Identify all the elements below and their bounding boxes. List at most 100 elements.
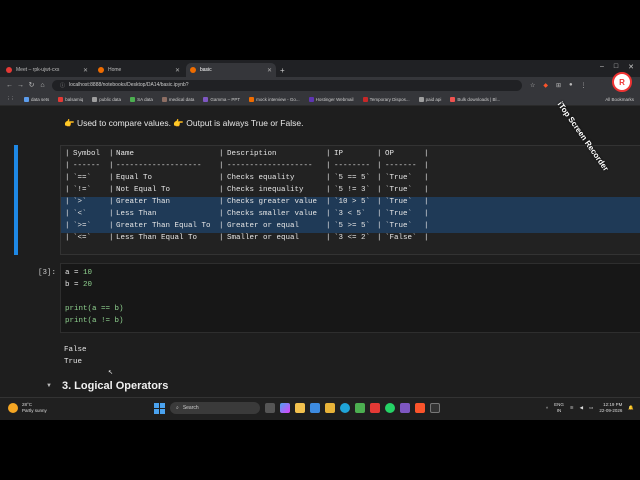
chevron-up-icon[interactable]: ^	[546, 406, 548, 411]
code-line: b = 20	[65, 281, 92, 289]
home-icon[interactable]: ⌂	[37, 82, 48, 89]
bookmark-item[interactable]: SA data	[130, 96, 153, 102]
bookmark-item[interactable]: public data	[92, 96, 122, 102]
forward-icon[interactable]: →	[15, 82, 26, 89]
table-row-highlighted: | `<` | Less Than | Checks smaller value | `…	[61, 209, 640, 221]
bookmark-item[interactable]: data sets	[24, 96, 50, 102]
bookmark-label: public data	[99, 96, 122, 102]
bookmark-item[interactable]: balsamiq	[58, 96, 83, 102]
table-cell: `True`	[385, 186, 413, 194]
clock[interactable]: 12:19 PM 22-09-2026	[599, 402, 622, 414]
table-header: OP	[385, 150, 395, 158]
app-icon[interactable]	[370, 403, 380, 413]
table-row: | `<=` | Less Than Equal To | Smaller or eq…	[65, 234, 429, 242]
terminal-icon[interactable]	[430, 403, 440, 413]
menu-icon[interactable]: ⋮	[581, 82, 587, 89]
table-cell: `True`	[385, 198, 413, 206]
close-icon[interactable]: ✕	[175, 67, 180, 74]
table-cell: `!=`	[73, 186, 92, 194]
close-icon[interactable]: ✕	[83, 67, 88, 74]
markdown-table-cell[interactable]: | Symbol | Name | Description | IP | OP | | --…	[60, 145, 640, 255]
table-cell: `>`	[73, 198, 87, 206]
bookmark-label: data sets	[31, 96, 50, 102]
bookmark-item[interactable]: paid api	[418, 96, 441, 102]
copilot-icon[interactable]	[280, 403, 290, 413]
weather-widget[interactable]: 28°C Partly sunny	[8, 402, 47, 414]
section-title: 3. Logical Operators	[61, 380, 169, 392]
bookmarks-bar: ⋮⋮ data sets balsamiq public data SA dat…	[0, 93, 640, 106]
table-separator-row: | ------ | ------------------- | ----------…	[65, 162, 429, 170]
table-header-row: | Symbol | Name | Description | IP | OP |	[65, 150, 429, 158]
table-cell: `True`	[385, 210, 413, 218]
close-icon[interactable]: ✕	[267, 67, 272, 74]
table-cell: Greater Than Equal To	[116, 222, 211, 230]
close-window-icon[interactable]: ✕	[628, 63, 634, 71]
table-cell: `<`	[73, 210, 87, 218]
taskbar-search[interactable]: ⌕ Search	[170, 402, 260, 414]
extensions-icon[interactable]: ⊞	[556, 82, 561, 89]
windows-start-icon[interactable]	[154, 402, 165, 414]
brave-shield-icon[interactable]: ◆	[543, 82, 548, 89]
back-icon[interactable]: ←	[4, 82, 15, 89]
github-icon	[92, 96, 98, 102]
site-info-icon[interactable]: ⓘ	[60, 82, 65, 89]
wifi-icon[interactable]: ≋	[570, 405, 574, 411]
search-icon: ⌕	[176, 405, 179, 411]
new-tab-button[interactable]: +	[280, 66, 285, 75]
notes-icon[interactable]	[325, 403, 335, 413]
tab-bar: Meet – rpk-ujwt-cxs ✕ Home ✕ basic ✕ + –…	[0, 60, 640, 77]
system-tray: ^ ENG IN ≋ ◀ ▭ 12:19 PM 22-09-2026 🔔	[546, 402, 634, 414]
profile-icon[interactable]: ●	[569, 82, 573, 89]
store-icon[interactable]	[310, 403, 320, 413]
brave-icon[interactable]	[415, 403, 425, 413]
table-separator: -------	[385, 162, 417, 170]
balsamiq-icon	[58, 96, 64, 102]
tab-home[interactable]: Home ✕	[94, 63, 184, 77]
table-cell: `True`	[385, 174, 413, 182]
language-indicator[interactable]: ENG IN	[554, 402, 564, 414]
section-heading[interactable]: ▼ 3. Logical Operators	[46, 380, 168, 392]
star-icon[interactable]: ☆	[530, 82, 535, 89]
url-input[interactable]: ⓘ localhost:8888/notebooks/Desktop/DA14/…	[52, 79, 522, 91]
tab-label: basic	[200, 67, 212, 73]
minimize-icon[interactable]: –	[600, 63, 604, 71]
whatsapp-icon[interactable]	[385, 403, 395, 413]
table-separator: --------	[334, 162, 371, 170]
volume-icon[interactable]: ◀	[580, 405, 583, 411]
all-bookmarks-button[interactable]: All Bookmarks	[605, 97, 634, 102]
letterbox-bottom	[0, 420, 640, 480]
edge-icon[interactable]	[340, 403, 350, 413]
bookmark-label: Gamma – PPT	[210, 96, 241, 102]
selected-cell-indicator	[14, 145, 18, 255]
tab-meet[interactable]: Meet – rpk-ujwt-cxs ✕	[2, 63, 92, 77]
table-cell: Less Than Equal To	[116, 234, 198, 242]
table-cell: Smaller or equal	[227, 234, 300, 242]
code-operator: =	[69, 281, 84, 289]
bookmark-item[interactable]: medical data	[161, 96, 194, 102]
mouse-cursor-icon: ↖	[108, 370, 114, 376]
task-view-icon[interactable]	[265, 403, 275, 413]
tab-basic[interactable]: basic ✕	[186, 63, 276, 77]
bookmark-item[interactable]: Gamma – PPT	[203, 96, 241, 102]
bookmark-label: mock interview - Go...	[256, 96, 300, 102]
collapse-chevron-icon[interactable]: ▼	[46, 383, 52, 389]
bookmark-item[interactable]: mock interview - Go...	[249, 96, 300, 102]
table-header: Name	[116, 150, 135, 158]
maximize-icon[interactable]: □	[614, 63, 618, 71]
hostinger-icon	[308, 96, 314, 102]
app-icon[interactable]	[400, 403, 410, 413]
cell-execution-count: [3]:	[38, 269, 57, 277]
reload-icon[interactable]: ↻	[26, 81, 37, 89]
table-header: Description	[227, 150, 277, 158]
bookmark-item[interactable]: Hostinger Webmail	[308, 96, 354, 102]
bookmark-item[interactable]: Temporary Dispos...	[362, 96, 410, 102]
app-icon[interactable]	[355, 403, 365, 413]
notification-icon[interactable]: 🔔	[628, 405, 634, 411]
file-explorer-icon[interactable]	[295, 403, 305, 413]
code-cell-input[interactable]: a = 10 b = 20 print(a == b) print(a != b…	[60, 263, 640, 333]
weather-desc: Partly sunny	[22, 408, 47, 413]
bookmark-item[interactable]: Bulk downloads | Bl...	[450, 96, 500, 102]
recorder-logo-icon: R	[612, 72, 632, 92]
apps-icon[interactable]: ⋮⋮	[6, 96, 15, 102]
battery-icon[interactable]: ▭	[589, 405, 593, 411]
